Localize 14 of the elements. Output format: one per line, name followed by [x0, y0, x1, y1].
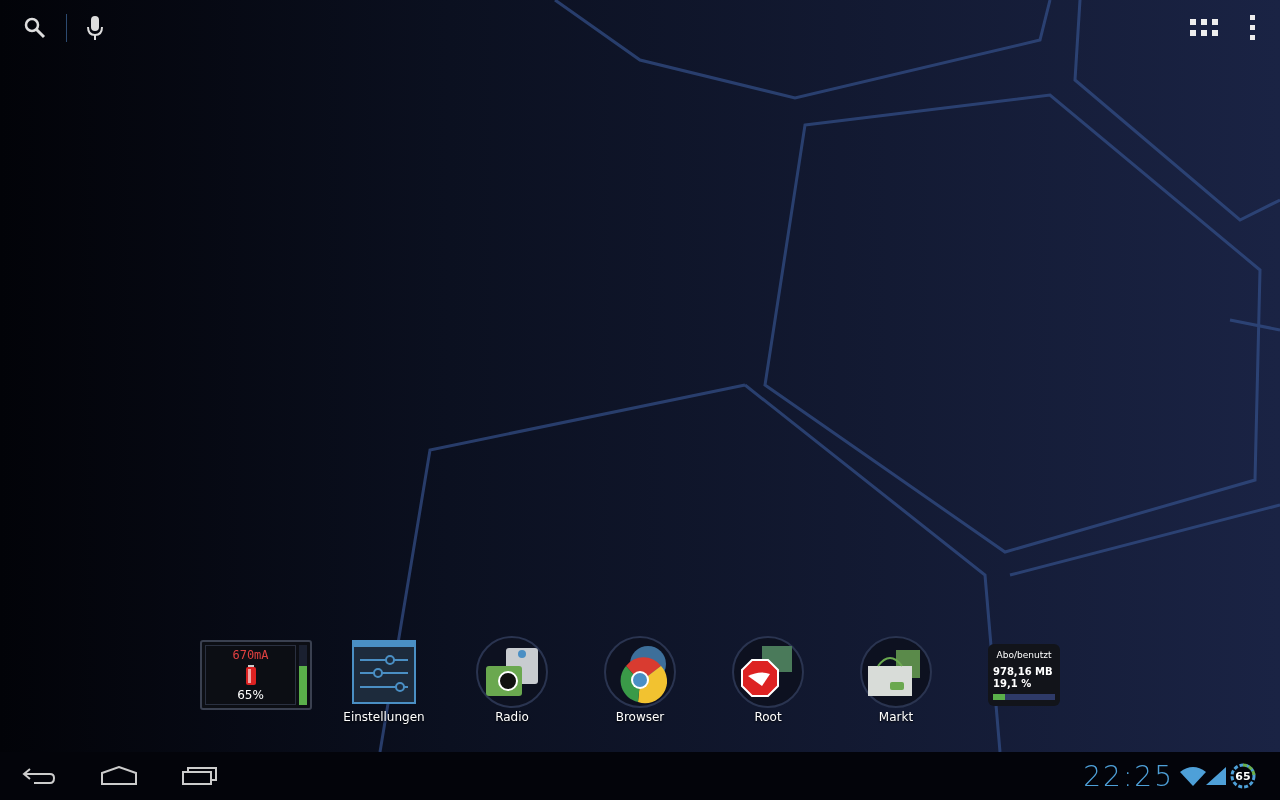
app-shortcut[interactable]: Einstellungen: [343, 636, 425, 724]
data-percent: 19,1 %: [993, 678, 1033, 690]
data-amount: 978,16 MB: [993, 666, 1054, 678]
widget-title: Abo/benutzt: [995, 650, 1053, 660]
clock: 22:25: [1083, 759, 1174, 793]
data-usage-widget[interactable]: Abo/benutzt 978,16 MB 19,1 %: [988, 644, 1060, 706]
current-reading: 670mA: [232, 648, 269, 662]
app-shortcut[interactable]: Radio: [476, 636, 548, 724]
app-shortcut[interactable]: Root: [732, 636, 804, 724]
battery-widget[interactable]: 670mA 65%: [200, 640, 312, 710]
app-shortcut[interactable]: Browser: [604, 636, 676, 724]
battery-status: 65: [1230, 763, 1256, 789]
battery-percent: 65%: [237, 688, 264, 702]
app-shortcut[interactable]: Markt: [860, 636, 932, 724]
